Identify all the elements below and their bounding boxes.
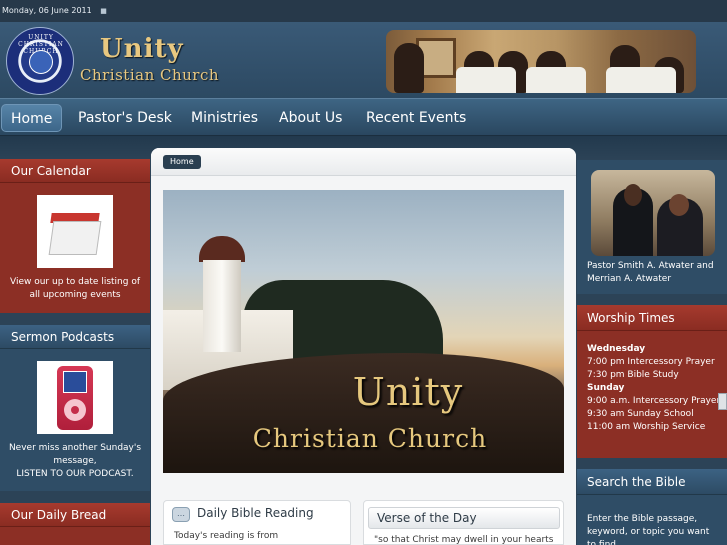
calendar-icon[interactable] [37,195,113,268]
podcasts-heading: Sermon Podcasts [0,325,150,349]
photo-robe [606,67,676,93]
podcasts-text: Never miss another Sunday's message, [8,443,142,466]
nav-ministries[interactable]: Ministries [182,104,267,132]
bullet-icon: ■ [100,7,107,15]
lighthouse-tower [203,260,241,352]
verse-title: Verse of the Day [377,511,477,525]
sunday-item: 9:30 am Sunday School [587,409,694,419]
calendar-heading: Our Calendar [0,159,150,183]
breadcrumb-home[interactable]: Home [163,155,201,169]
date-bar: Monday, 06 June 2011 ■ [0,0,727,22]
ipod-wheel [64,399,86,421]
verse-text: "so that Christ may dwell in your hearts [374,535,554,545]
sunday-label: Sunday [587,383,625,393]
scrollbar-tab[interactable] [718,393,727,410]
nav-pastors-desk[interactable]: Pastor's Desk [69,104,181,132]
sunday-item: 9:00 a.m. Intercessory Prayer [587,396,721,406]
search-bible-box: Search the Bible Enter the Bible passage… [577,469,727,545]
current-date: Monday, 06 June 2011 [2,6,92,15]
breadcrumb: Home [151,148,576,176]
daily-reading-title: Daily Bible Reading [197,506,314,520]
photo-robe [456,67,516,93]
calendar-text[interactable]: View our up to date listing of all upcom… [0,276,150,302]
logo-emblem-icon [29,50,53,74]
pastor-face [624,184,642,206]
wednesday-item: 7:30 pm Bible Study [587,370,679,380]
search-bible-heading: Search the Bible [577,469,727,495]
brand-subtitle[interactable]: Christian Church [80,66,219,84]
hero-banner: Unity Christian Church [163,190,564,473]
church-logo-seal[interactable]: UNITY CHRISTIAN CHURCH [6,27,74,95]
calendar-box: Our Calendar View our up to date listing… [0,159,150,313]
site-header: UNITY CHRISTIAN CHURCH Unity Christian C… [0,22,727,98]
wednesday-label: Wednesday [587,344,646,354]
podcasts-link[interactable]: LISTEN TO OUR PODCAST. [0,468,150,481]
search-bible-text: Enter the Bible passage, keyword, or top… [587,514,710,545]
wednesday-item: 7:00 pm Intercessory Prayer [587,357,715,367]
verse-panel: Verse of the Day "so that Christ may dwe… [363,500,564,545]
podcasts-box: Sermon Podcasts Never miss another Sunda… [0,325,150,491]
main-content: Home Unity Christian Church … Daily Bibl… [151,148,576,545]
speech-bubble-icon: … [172,507,190,522]
hero-title: Unity [352,370,464,414]
photo-figure [394,43,424,93]
worship-list: Wednesday 7:00 pm Intercessory Prayer 7:… [587,343,720,434]
pastor-box: Pastor Smith A. Atwater and Merrian A. A… [577,160,727,294]
daily-bread-heading: Our Daily Bread [0,503,150,527]
worship-heading: Worship Times [577,305,727,331]
main-nav: Home Pastor's Desk Ministries About Us R… [0,98,727,136]
worship-box: Worship Times Wednesday 7:00 pm Interces… [577,305,727,458]
brand-title[interactable]: Unity [100,34,184,64]
verse-title-bar: Verse of the Day [368,507,560,529]
ipod-icon[interactable] [37,361,113,434]
sunday-item: 11:00 am Worship Service [587,422,706,432]
daily-bread-box: Our Daily Bread [0,503,150,545]
nav-about-us[interactable]: About Us [270,104,351,132]
daily-reading-text: Today's reading is from [174,531,279,541]
nav-home[interactable]: Home [1,104,63,132]
choir-photo [386,30,696,93]
pastor-caption: Pastor Smith A. Atwater and Merrian A. A… [587,261,714,284]
hero-subtitle: Christian Church [252,424,488,453]
daily-reading-panel: … Daily Bible Reading Today's reading is… [163,500,351,545]
lighthouse-lamp [199,236,245,262]
calendar-pad [48,221,102,255]
pastor-wife-face [669,194,689,216]
nav-recent-events[interactable]: Recent Events [357,104,475,132]
photo-robe [526,67,586,93]
ipod-screen [63,371,87,393]
pastor-photo [591,170,715,256]
